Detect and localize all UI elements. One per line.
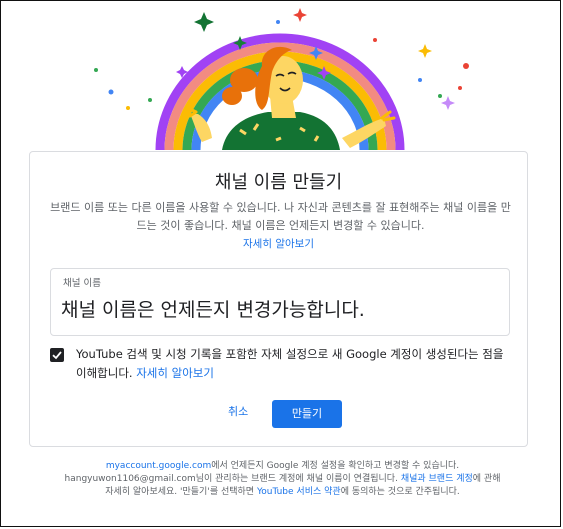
create-button[interactable]: 만들기 [272, 400, 342, 428]
footer-line1: 에서 언제든지 Google 계정 설정을 확인하고 변경할 수 있습니다. [211, 461, 460, 471]
dialog-title: 채널 이름 만들기 [214, 172, 343, 193]
consent-text-block: YouTube 검색 및 시청 기록을 포함한 자체 설정으로 새 Google… [76, 345, 506, 383]
create-channel-dialog: 채널 이름 만들기 브랜드 이름 또는 다른 이름을 사용할 수 있습니다. 나… [29, 151, 528, 447]
channel-name-field[interactable]: 채널 이름 채널 이름은 언제든지 변경가능합니다. [50, 268, 510, 336]
consent-learn-more-link[interactable]: 자세히 알아보기 [136, 366, 214, 380]
myaccount-link[interactable]: myaccount.google.com [106, 461, 211, 471]
footer-line4: 에 동의하는 것으로 간주됩니다. [340, 487, 460, 497]
checkmark-icon [52, 351, 62, 360]
brand-account-link[interactable]: 채널과 브랜드 계정 [401, 474, 473, 484]
footer-line2: hangyuwon1106@gmail.com님이 관리하는 브랜드 계정에 채… [64, 474, 398, 484]
channel-illustration [94, 8, 469, 150]
terms-link[interactable]: YouTube 서비스 약관 [257, 487, 341, 497]
consent-checkbox[interactable] [50, 348, 64, 362]
channel-name-label: 채널 이름 [63, 278, 101, 289]
footer-notice: myaccount.google.com에서 언제든지 Google 계정 설정… [60, 460, 505, 499]
cancel-button[interactable]: 취소 [228, 403, 248, 419]
learn-more-link[interactable]: 자세히 알아보기 [30, 236, 527, 251]
channel-name-input[interactable]: 채널 이름은 언제든지 변경가능합니다. [61, 295, 365, 322]
dialog-description: 브랜드 이름 또는 다른 이름을 사용할 수 있습니다. 나 자신과 콘텐츠를 … [50, 201, 511, 232]
